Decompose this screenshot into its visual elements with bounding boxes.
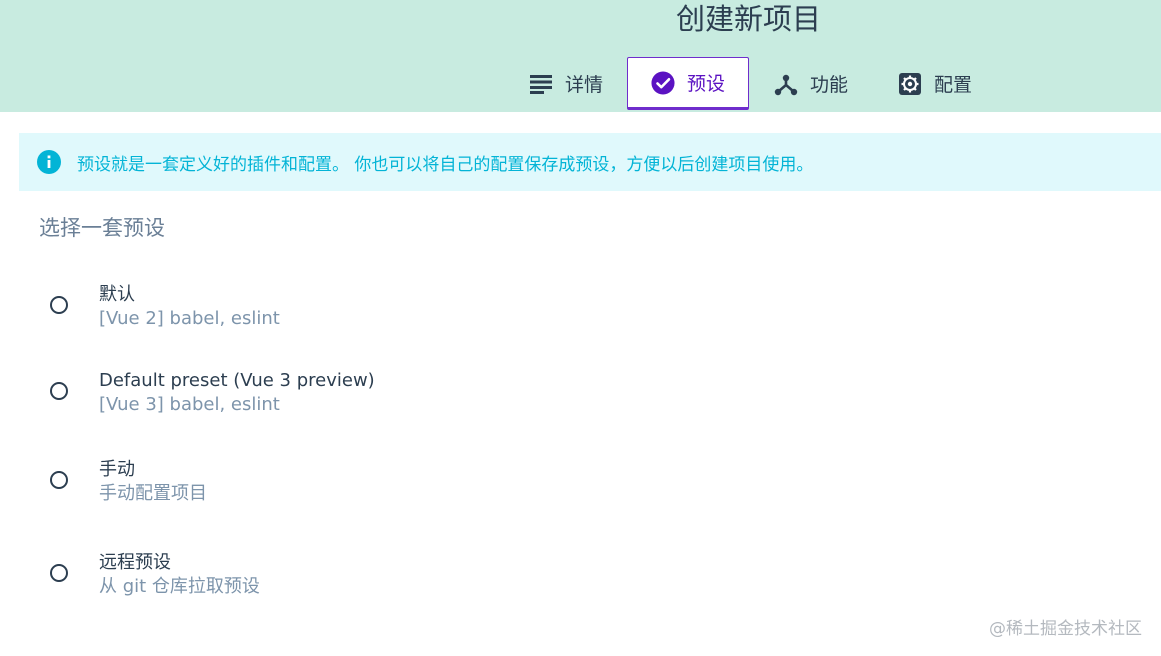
preset-option-vue3[interactable]: Default preset (Vue 3 preview) [Vue 3] b… bbox=[0, 366, 700, 436]
header: 创建新项目 详情 预设 功能 配置 bbox=[0, 0, 1161, 112]
tab-features-label: 功能 bbox=[809, 74, 848, 96]
presets-section-title: 选择一套预设 bbox=[39, 216, 165, 240]
tab-details-label: 详情 bbox=[564, 74, 603, 96]
preset-description: [Vue 2] babel, eslint bbox=[99, 308, 280, 329]
radio-button[interactable] bbox=[50, 296, 68, 314]
tab-presets-label: 预设 bbox=[686, 73, 725, 95]
tab-details[interactable]: 详情 bbox=[510, 57, 622, 110]
info-banner: 预设就是一套定义好的插件和配置。 你也可以将自己的配置保存成预设，方便以后创建项… bbox=[19, 133, 1161, 191]
list-icon bbox=[529, 72, 553, 96]
page-title: 创建新项目 bbox=[675, 2, 821, 36]
preset-description: [Vue 3] babel, eslint bbox=[99, 394, 280, 415]
check-circle-icon bbox=[651, 70, 675, 95]
radio-button[interactable] bbox=[50, 471, 68, 489]
preset-description: 从 git 仓库拉取预设 bbox=[99, 576, 260, 597]
info-text: 预设就是一套定义好的插件和配置。 你也可以将自己的配置保存成预设，方便以后创建项… bbox=[77, 154, 814, 175]
preset-label: 默认 bbox=[99, 284, 135, 305]
preset-option-manual[interactable]: 手动 手动配置项目 bbox=[0, 455, 700, 525]
preset-option-default[interactable]: 默认 [Vue 2] babel, eslint bbox=[0, 280, 700, 350]
preset-description: 手动配置项目 bbox=[99, 483, 207, 504]
tab-presets[interactable]: 预设 bbox=[627, 57, 749, 110]
gear-icon bbox=[898, 72, 922, 96]
tab-features[interactable]: 功能 bbox=[755, 57, 867, 110]
tab-bar: 详情 预设 功能 配置 bbox=[0, 57, 1161, 112]
watermark: @稀土掘金技术社区 bbox=[989, 619, 1142, 639]
radio-button[interactable] bbox=[50, 382, 68, 400]
tab-config-label: 配置 bbox=[933, 74, 972, 96]
preset-label: 手动 bbox=[99, 459, 135, 480]
preset-label: 远程预设 bbox=[99, 552, 171, 573]
fork-icon bbox=[774, 72, 798, 96]
preset-label: Default preset (Vue 3 preview) bbox=[99, 370, 375, 391]
page: 创建新项目 详情 预设 功能 配置 预设就是一套定义好的插件和配置。 你也可以将… bbox=[0, 0, 1161, 656]
tab-config[interactable]: 配置 bbox=[879, 57, 991, 110]
info-icon bbox=[37, 150, 61, 174]
radio-button[interactable] bbox=[50, 564, 68, 582]
preset-option-remote[interactable]: 远程预设 从 git 仓库拉取预设 bbox=[0, 548, 700, 618]
